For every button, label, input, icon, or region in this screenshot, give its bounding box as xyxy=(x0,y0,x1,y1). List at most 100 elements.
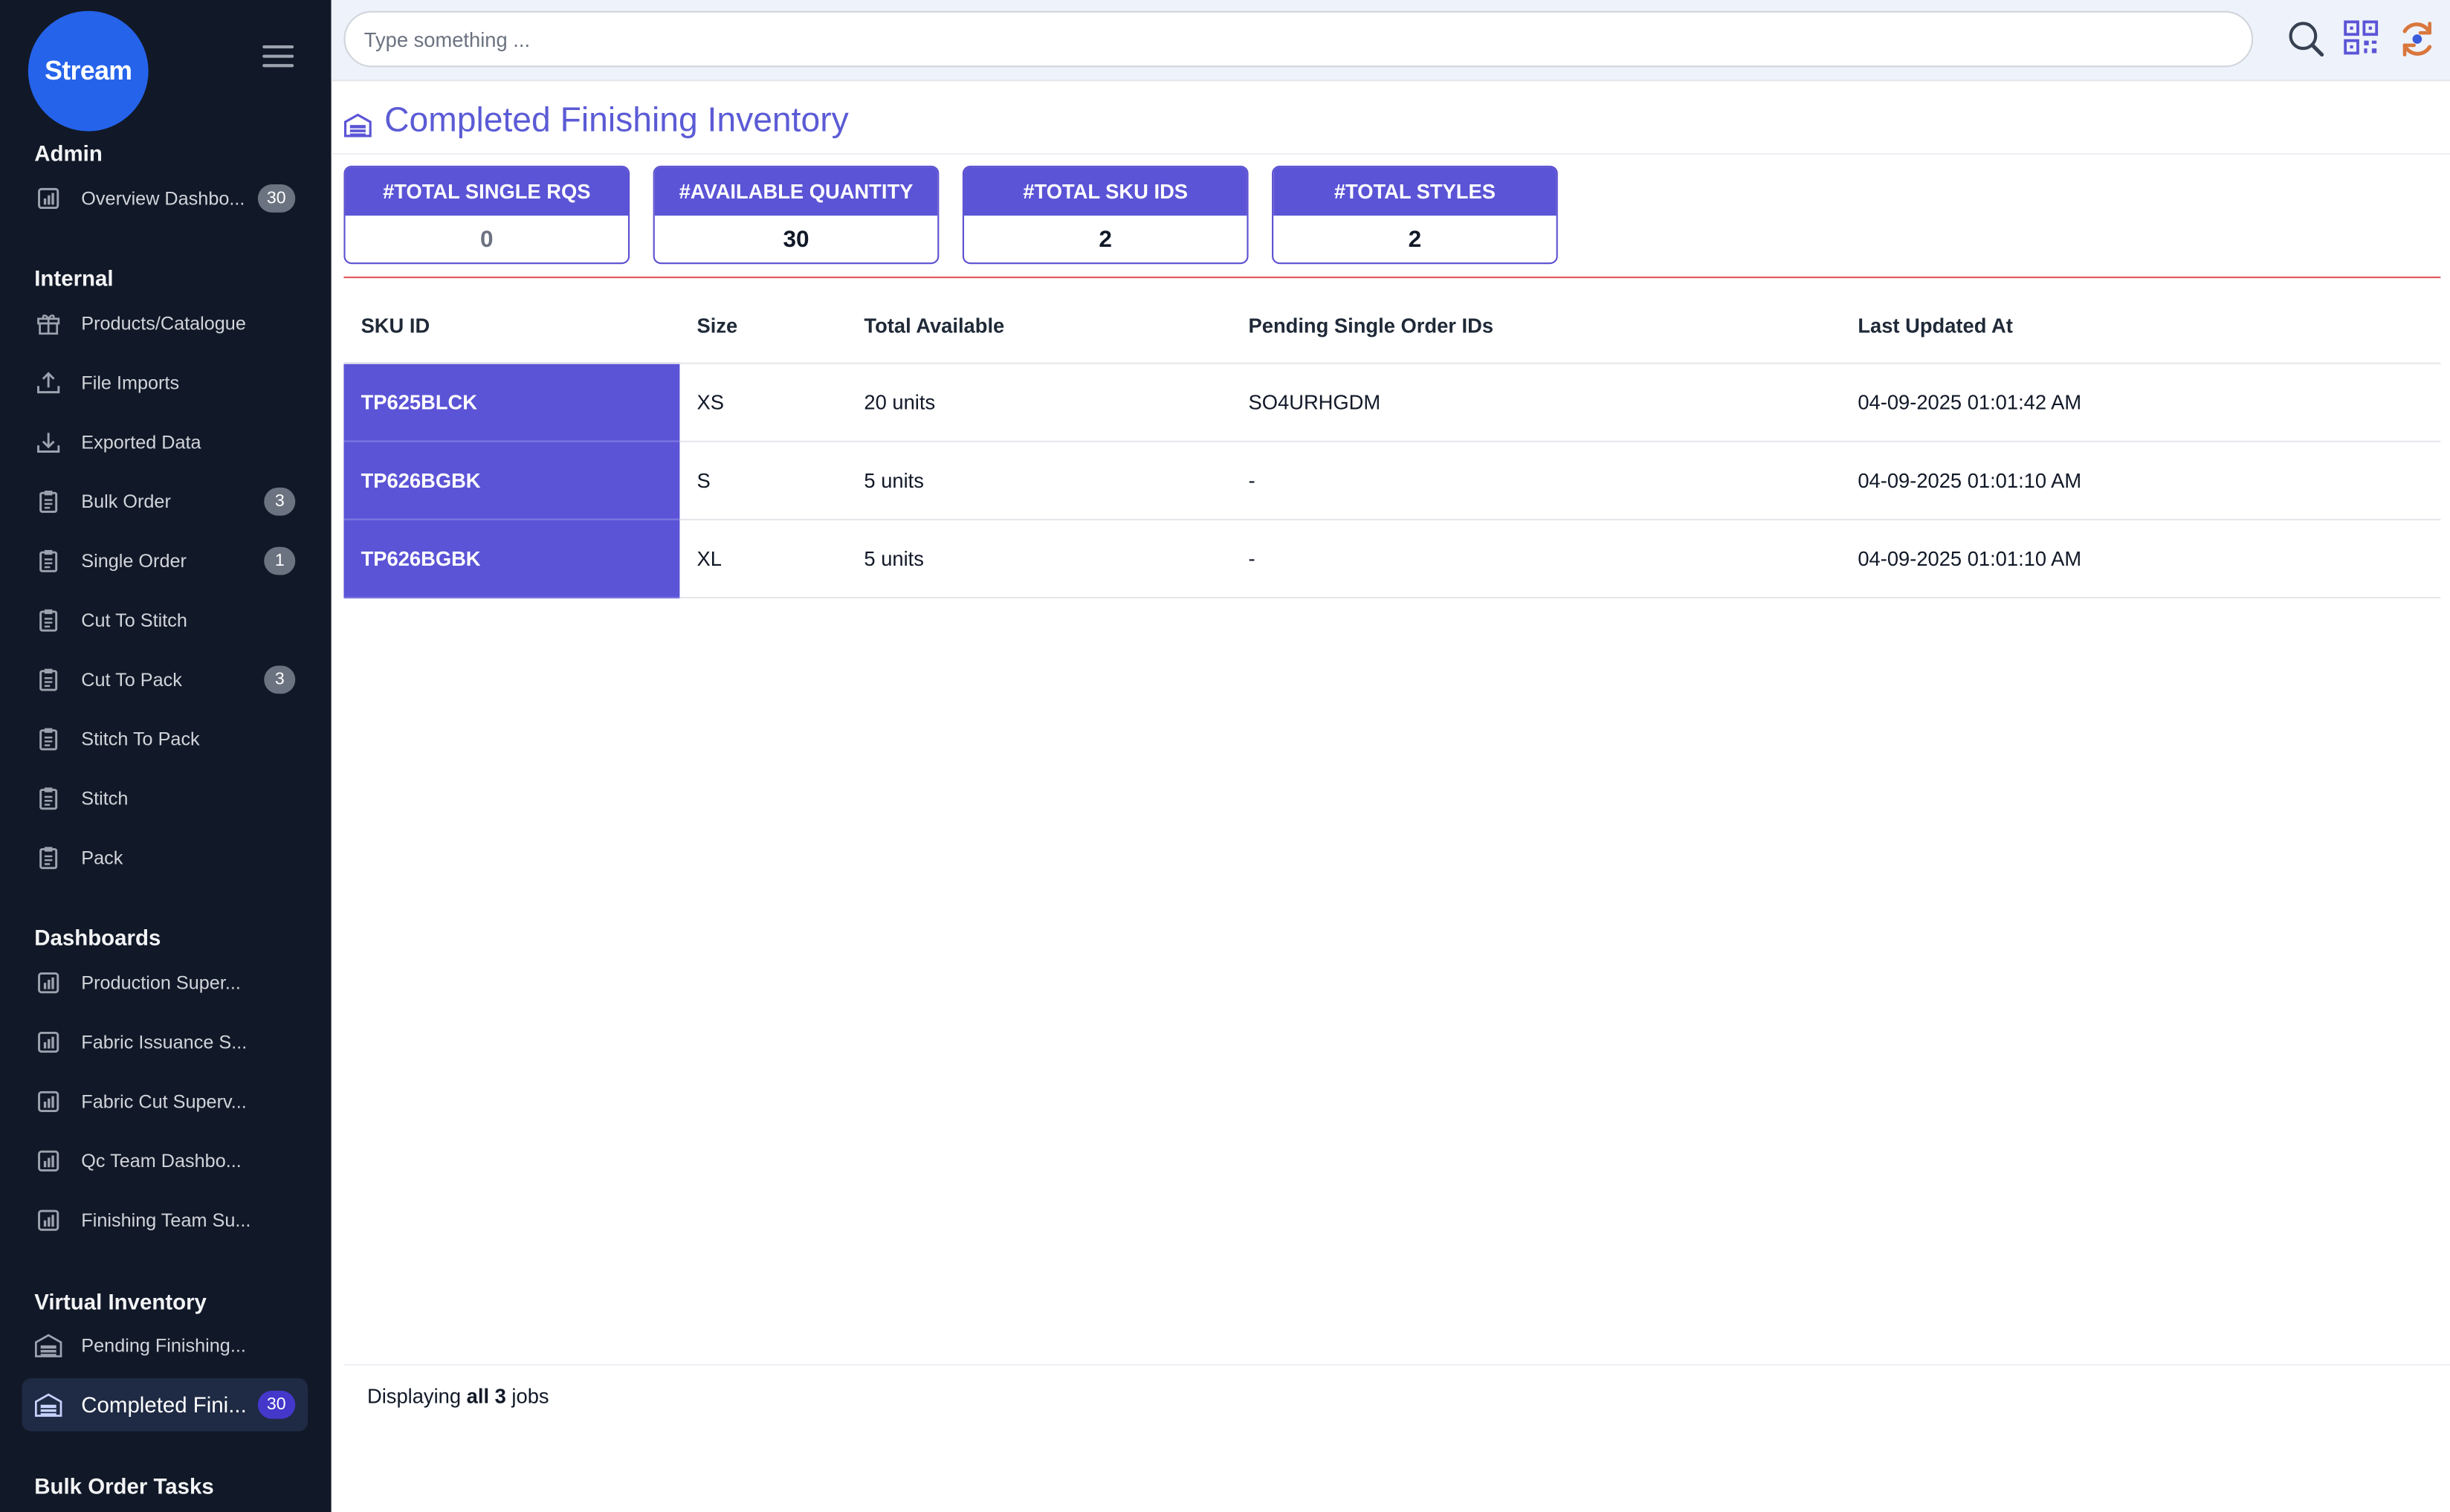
sidebar-item-label: Qc Team Dashbo... xyxy=(81,1150,242,1172)
stat-value: 0 xyxy=(480,226,494,253)
stat-label: #TOTAL STYLES xyxy=(1273,167,1557,216)
clipboard-icon xyxy=(34,784,62,812)
total-available-cell: 5 units xyxy=(847,518,1232,598)
sidebar-item-label: Pack xyxy=(81,847,123,869)
qr-code-icon[interactable] xyxy=(2342,19,2383,59)
divider xyxy=(331,152,2450,155)
table-header-row: SKU ID Size Total Available Pending Sing… xyxy=(343,290,2441,364)
stat-value: 30 xyxy=(783,226,809,253)
sidebar-item-completed-finishing[interactable]: Completed Fini... 30 xyxy=(22,1377,308,1432)
count-badge: 30 xyxy=(257,184,296,213)
column-header-last-updated-at[interactable]: Last Updated At xyxy=(1840,290,2441,364)
app-logo[interactable]: Stream xyxy=(28,10,149,132)
stat-card-total-sku-ids: #TOTAL SKU IDS 2 xyxy=(962,165,1249,265)
sidebar-item-fabric-issuance[interactable]: Fabric Issuance S... xyxy=(22,1017,308,1067)
sidebar-item-label: Bulk Order xyxy=(81,491,171,513)
inventory-table: SKU ID Size Total Available Pending Sing… xyxy=(343,290,2441,598)
sidebar-item-label: Single Order xyxy=(81,549,187,572)
summary-count: all 3 xyxy=(466,1384,506,1408)
menu-toggle-icon[interactable] xyxy=(262,45,294,71)
pending-order-ids-cell: - xyxy=(1231,440,1841,520)
page-title: Completed Finishing Inventory xyxy=(343,97,849,143)
summary-suffix: jobs xyxy=(505,1384,549,1408)
column-header-size[interactable]: Size xyxy=(679,290,847,364)
clipboard-icon xyxy=(34,607,62,635)
sidebar: Stream Admin Overview Dashbo... 30 Inter… xyxy=(0,0,332,1512)
top-bar xyxy=(331,0,2450,82)
search-icon[interactable] xyxy=(2286,19,2327,59)
clipboard-icon xyxy=(34,844,62,872)
sidebar-item-production-supervisor[interactable]: Production Super... xyxy=(22,958,308,1008)
sidebar-item-label: Stitch To Pack xyxy=(81,728,200,750)
clipboard-icon xyxy=(34,488,62,516)
sidebar-item-bulk-order[interactable]: Bulk Order 3 xyxy=(22,476,308,526)
warehouse-icon xyxy=(34,1331,62,1360)
sidebar-item-products-catalogue[interactable]: Products/Catalogue xyxy=(22,298,308,348)
last-updated-cell: 04-09-2025 01:01:10 AM xyxy=(1840,518,2441,598)
section-title-dashboards: Dashboards xyxy=(34,925,161,951)
chart-icon xyxy=(34,1028,62,1056)
table-row[interactable]: TP626BGBK XL 5 units - 04-09-2025 01:01:… xyxy=(343,518,2441,598)
count-badge: 30 xyxy=(257,1390,296,1419)
clipboard-icon xyxy=(34,725,62,753)
sidebar-item-pending-finishing[interactable]: Pending Finishing... xyxy=(22,1320,308,1370)
column-header-sku-id[interactable]: SKU ID xyxy=(343,290,680,364)
last-updated-cell: 04-09-2025 01:01:10 AM xyxy=(1840,440,2441,520)
sidebar-item-stitch[interactable]: Stitch xyxy=(22,774,308,824)
chart-icon xyxy=(34,969,62,997)
chart-icon xyxy=(34,184,62,213)
sidebar-item-cut-to-pack[interactable]: Cut To Pack 3 xyxy=(22,655,308,705)
sidebar-item-pack[interactable]: Pack xyxy=(22,833,308,882)
pagination-summary: Displaying all 3 jobs xyxy=(367,1384,549,1408)
section-title-virtual-inventory: Virtual Inventory xyxy=(34,1289,207,1314)
count-badge: 1 xyxy=(264,546,296,575)
sidebar-item-label: File Imports xyxy=(81,372,180,394)
sidebar-item-qc-team-dashboard[interactable]: Qc Team Dashbo... xyxy=(22,1136,308,1186)
stat-card-total-single-rqs: #TOTAL SINGLE RQS 0 xyxy=(343,165,630,265)
column-header-total-available[interactable]: Total Available xyxy=(847,290,1232,364)
stat-card-total-styles: #TOTAL STYLES 2 xyxy=(1272,165,1558,265)
sidebar-item-label: Exported Data xyxy=(81,431,201,453)
clipboard-icon xyxy=(34,665,62,694)
sku-id-cell[interactable]: TP626BGBK xyxy=(343,518,680,598)
sidebar-item-finishing-team-supervisor[interactable]: Finishing Team Su... xyxy=(22,1195,308,1245)
sku-id-cell[interactable]: TP626BGBK xyxy=(343,440,680,520)
download-icon xyxy=(34,428,62,456)
chart-icon xyxy=(34,1206,62,1235)
sidebar-item-label: Cut To Stitch xyxy=(81,609,187,632)
refresh-icon[interactable] xyxy=(2397,19,2438,59)
sidebar-item-exported-data[interactable]: Exported Data xyxy=(22,417,308,467)
sidebar-item-file-imports[interactable]: File Imports xyxy=(22,358,308,407)
section-title-internal: Internal xyxy=(34,265,114,291)
sku-id-cell[interactable]: TP625BLCK xyxy=(343,362,680,442)
sidebar-item-label: Pending Finishing... xyxy=(81,1334,246,1357)
sidebar-item-overview-dashboard[interactable]: Overview Dashbo... 30 xyxy=(22,173,308,223)
chart-icon xyxy=(34,1147,62,1175)
page-title-text: Completed Finishing Inventory xyxy=(384,100,849,140)
column-header-pending-single-order-ids[interactable]: Pending Single Order IDs xyxy=(1231,290,1841,364)
count-badge: 3 xyxy=(264,487,296,516)
stat-card-available-quantity: #AVAILABLE QUANTITY 30 xyxy=(653,165,940,265)
sidebar-item-single-order[interactable]: Single Order 1 xyxy=(22,536,308,586)
sidebar-item-fabric-cut-supervisor[interactable]: Fabric Cut Superv... xyxy=(22,1076,308,1126)
total-available-cell: 5 units xyxy=(847,440,1232,520)
table-row[interactable]: TP626BGBK S 5 units - 04-09-2025 01:01:1… xyxy=(343,440,2441,520)
sidebar-item-cut-to-stitch[interactable]: Cut To Stitch xyxy=(22,595,308,645)
sidebar-item-label: Overview Dashbo... xyxy=(81,187,245,210)
sidebar-item-label: Products/Catalogue xyxy=(81,312,246,335)
chart-icon xyxy=(34,1088,62,1116)
stat-label: #TOTAL SKU IDS xyxy=(963,167,1247,216)
sidebar-item-label: Completed Fini... xyxy=(81,1392,247,1418)
search-input[interactable] xyxy=(343,10,2254,68)
table-row[interactable]: TP625BLCK XS 20 units SO4URHGDM 04-09-20… xyxy=(343,362,2441,442)
count-badge: 3 xyxy=(264,665,296,694)
size-cell: XL xyxy=(679,518,847,598)
divider xyxy=(343,277,2441,279)
sidebar-item-label: Fabric Cut Superv... xyxy=(81,1091,247,1113)
summary-prefix: Displaying xyxy=(366,1384,467,1408)
last-updated-cell: 04-09-2025 01:01:42 AM xyxy=(1840,362,2441,442)
pending-order-ids-cell: - xyxy=(1231,518,1841,598)
section-title-bulk-order-tasks: Bulk Order Tasks xyxy=(34,1473,214,1499)
warehouse-icon xyxy=(343,106,372,138)
sidebar-item-stitch-to-pack[interactable]: Stitch To Pack xyxy=(22,714,308,764)
